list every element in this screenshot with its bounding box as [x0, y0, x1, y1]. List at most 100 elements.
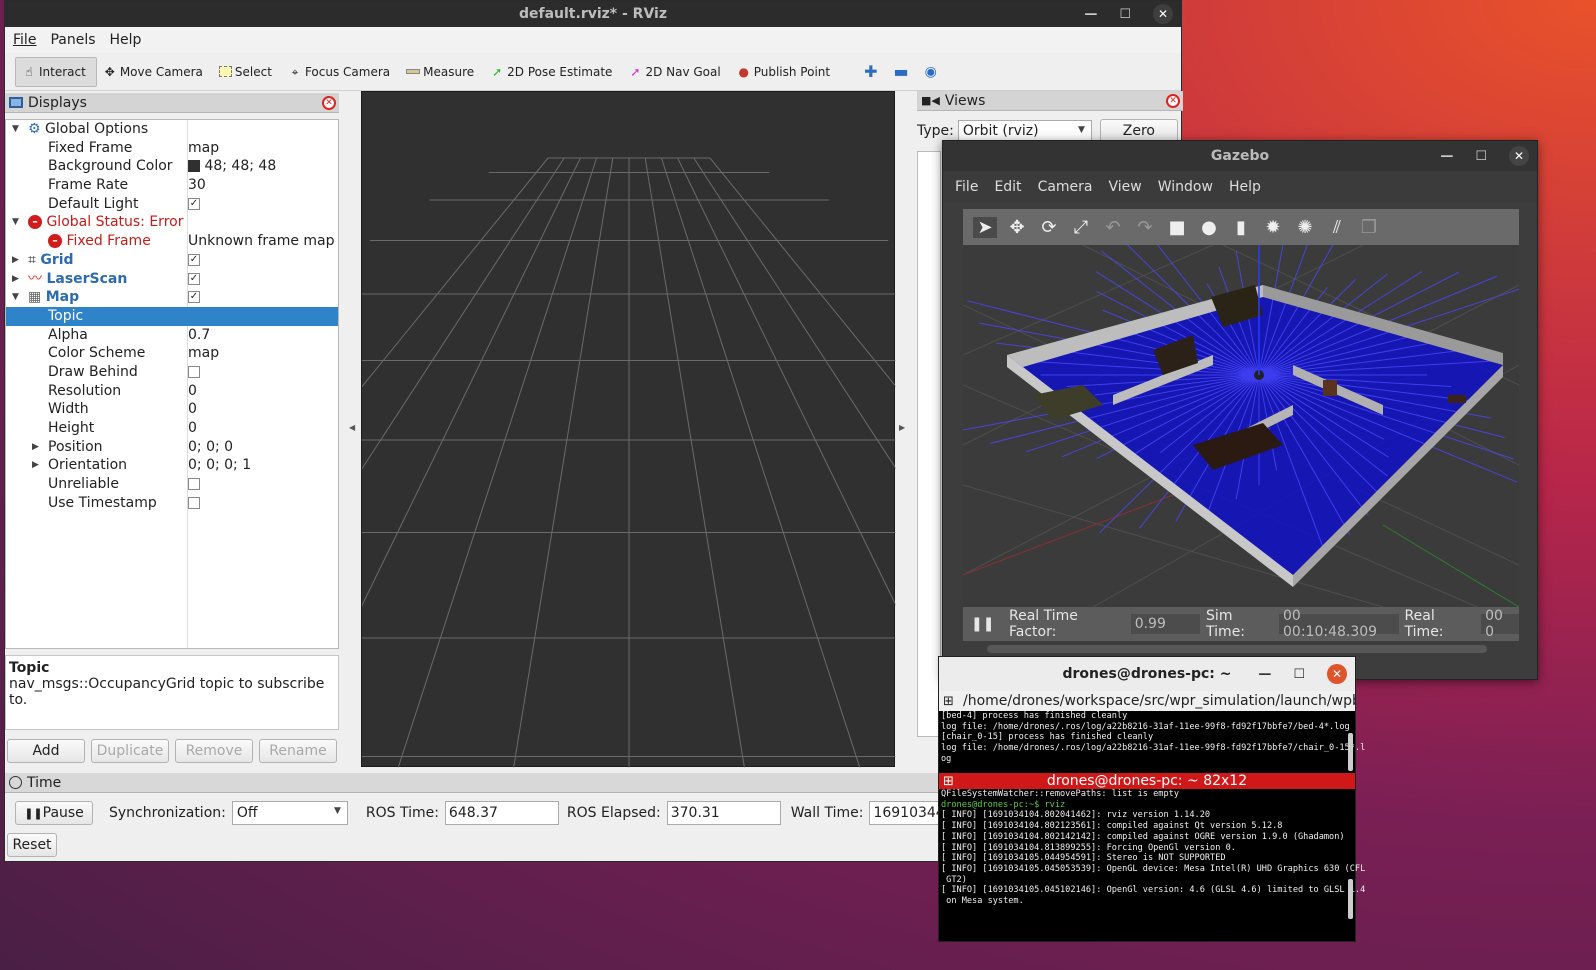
maximize-icon[interactable]: ☐ [1119, 7, 1131, 22]
terminal-top-pane[interactable]: [bed-4] process has finished cleanly log… [939, 711, 1365, 773]
tree-row-orientation[interactable]: ▶ Orientation 0; 0; 0; 1 [6, 456, 338, 475]
pause-button[interactable]: ❚❚ Pause [15, 801, 93, 825]
ros-elapsed-field[interactable]: 370.31 [666, 801, 781, 825]
directional-light-icon[interactable]: ⫽ [1325, 217, 1349, 238]
pause-sim-icon[interactable]: ❚❚ [971, 616, 994, 632]
focus-camera-tool-button[interactable]: ⌖ Focus Camera [282, 57, 400, 87]
tree-row-default-light[interactable]: Default Light ✓ [6, 195, 338, 214]
sphere-shape-icon[interactable]: ● [1197, 217, 1221, 238]
select-mode-icon[interactable]: ➤ [973, 216, 997, 238]
tree-row-fixed-frame-status[interactable]: – Fixed Frame Unknown frame map [6, 232, 338, 251]
redo-icon[interactable]: ↷ [1133, 217, 1157, 238]
close-icon[interactable]: ✕ [1327, 664, 1347, 684]
tree-row-laserscan[interactable]: ▶ 〰 LaserScan ✓ [6, 270, 338, 289]
tree-row-background-color[interactable]: Background Color 48; 48; 48 [6, 157, 338, 176]
map-checkbox[interactable]: ✓ [188, 291, 200, 304]
rename-button[interactable]: Rename [259, 739, 337, 763]
gz-menu-camera[interactable]: Camera [1038, 179, 1093, 195]
tree-row-grid[interactable]: ▶ ⌗ Grid ✓ [6, 251, 338, 270]
tool-properties-button[interactable]: ◉ [919, 57, 947, 87]
ros-time-field[interactable]: 648.37 [444, 801, 559, 825]
terminal-scrollbar[interactable] [1348, 733, 1353, 771]
tree-row-unreliable[interactable]: Unreliable [6, 475, 338, 494]
tree-row-global-status[interactable]: ▼ – Global Status: Error [6, 213, 338, 232]
rviz-3d-viewport[interactable] [0, 91, 1305, 889]
add-tool-button[interactable]: ✚ [858, 57, 887, 87]
default-light-checkbox[interactable]: ✓ [188, 197, 200, 210]
minimize-icon[interactable]: — [1440, 149, 1453, 164]
close-icon[interactable]: ✕ [1509, 146, 1529, 166]
translate-mode-icon[interactable]: ✥ [1005, 217, 1029, 238]
cylinder-shape-icon[interactable]: ▮ [1229, 217, 1253, 238]
right-splitter-handle[interactable]: ▶ [899, 423, 905, 432]
reset-button[interactable]: Reset [7, 833, 57, 857]
rotate-mode-icon[interactable]: ⟳ [1037, 217, 1061, 238]
gz-menu-help[interactable]: Help [1229, 179, 1261, 195]
terminal-scrollbar[interactable] [1348, 879, 1353, 919]
point-light-icon[interactable]: ✹ [1261, 217, 1285, 238]
copy-icon[interactable]: ❐ [1357, 217, 1381, 238]
gazebo-3d-scene[interactable] [963, 245, 1519, 607]
tree-row-frame-rate[interactable]: Frame Rate 30 [6, 176, 338, 195]
close-panel-icon[interactable]: ✕ [1166, 93, 1180, 108]
terminal-bottom-pane[interactable]: QFileSystemWatcher::removePaths: list is… [939, 789, 1365, 919]
gz-menu-view[interactable]: View [1109, 179, 1142, 195]
unreliable-checkbox[interactable] [188, 478, 200, 491]
tree-row-global-options[interactable]: ▼ ⚙ Global Options [6, 120, 338, 139]
row-value[interactable]: 0.7 [188, 326, 210, 345]
menu-help[interactable]: Help [110, 32, 142, 48]
laserscan-checkbox[interactable]: ✓ [188, 272, 200, 285]
gazebo-scrollbar[interactable] [987, 645, 1487, 653]
remove-button[interactable]: Remove [175, 739, 253, 763]
rviz-titlebar[interactable]: default.rviz* - RViz — ☐ ✕ [5, 1, 1181, 27]
tree-row-alpha[interactable]: Alpha 0.7 [6, 326, 338, 345]
minimize-icon[interactable]: — [1084, 7, 1097, 22]
row-value[interactable]: 48; 48; 48 [204, 158, 276, 174]
maximize-icon[interactable]: ☐ [1293, 667, 1305, 682]
tree-row-height[interactable]: Height 0 [6, 419, 338, 438]
terminal-titlebar[interactable]: drones@drones-pc: ~ — ☐ ✕ [939, 657, 1355, 691]
left-splitter-handle[interactable]: ◀ [349, 423, 355, 432]
close-panel-icon[interactable]: ✕ [322, 95, 336, 110]
tree-row-fixed-frame[interactable]: Fixed Frame map [6, 139, 338, 158]
tree-row-use-timestamp[interactable]: Use Timestamp [6, 494, 338, 513]
grid-checkbox[interactable]: ✓ [188, 253, 200, 266]
scale-mode-icon[interactable]: ⤢ [1069, 217, 1093, 238]
row-value[interactable]: map [188, 344, 219, 363]
gz-menu-file[interactable]: File [955, 179, 978, 195]
duplicate-button[interactable]: Duplicate [91, 739, 169, 763]
tree-row-color-scheme[interactable]: Color Scheme map [6, 344, 338, 363]
measure-tool-button[interactable]: Measure [400, 57, 484, 87]
tree-row-position[interactable]: ▶ Position 0; 0; 0 [6, 438, 338, 457]
gz-menu-edit[interactable]: Edit [994, 179, 1021, 195]
add-button[interactable]: Add [7, 739, 85, 763]
draw-behind-checkbox[interactable] [188, 365, 200, 378]
undo-icon[interactable]: ↶ [1101, 217, 1125, 238]
menu-file[interactable]: File [13, 32, 36, 48]
row-value[interactable]: map [188, 139, 219, 158]
use-timestamp-checkbox[interactable] [188, 496, 200, 509]
maximize-icon[interactable]: ☐ [1475, 149, 1487, 164]
view-type-select[interactable]: Orbit (rviz) ▼ [957, 120, 1092, 142]
remove-tool-button[interactable]: ▬ [888, 57, 919, 87]
gz-menu-window[interactable]: Window [1158, 179, 1213, 195]
tree-row-topic[interactable]: Topic [6, 306, 338, 326]
views-tree[interactable] [917, 151, 941, 737]
minimize-icon[interactable]: — [1258, 667, 1271, 682]
select-tool-button[interactable]: Select [213, 57, 282, 87]
tree-row-resolution[interactable]: Resolution 0 [6, 382, 338, 401]
publish-point-tool-button[interactable]: ● Publish Point [731, 57, 840, 87]
move-camera-tool-button[interactable]: ✥ Move Camera [97, 57, 213, 87]
spot-light-icon[interactable]: ✺ [1293, 217, 1317, 238]
tree-row-map[interactable]: ▼ ▦ Map ✓ [6, 288, 338, 307]
box-shape-icon[interactable]: ■ [1165, 217, 1189, 238]
tree-row-draw-behind[interactable]: Draw Behind [6, 363, 338, 382]
pose-estimate-tool-button[interactable]: ➚ 2D Pose Estimate [484, 57, 622, 87]
gazebo-titlebar[interactable]: Gazebo — ☐ ✕ [943, 141, 1537, 171]
tree-row-width[interactable]: Width 0 [6, 400, 338, 419]
row-value[interactable]: 30 [188, 176, 206, 195]
menu-panels[interactable]: Panels [50, 32, 95, 48]
interact-tool-button[interactable]: ☝ Interact [15, 56, 97, 87]
nav-goal-tool-button[interactable]: ➚ 2D Nav Goal [622, 57, 730, 87]
color-swatch[interactable] [188, 160, 200, 173]
